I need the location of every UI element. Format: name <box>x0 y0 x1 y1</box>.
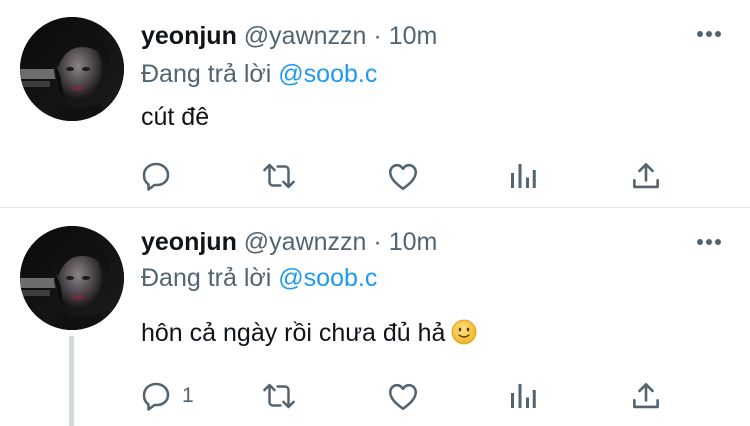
share-button[interactable] <box>630 156 662 196</box>
avatar-photo <box>20 17 124 121</box>
tweet-text: hôn cả ngày rồi chưa đủ hả <box>141 317 477 349</box>
avatar[interactable] <box>20 17 124 121</box>
username[interactable]: @yawnzzn <box>244 22 367 50</box>
avatar[interactable] <box>20 226 124 330</box>
tweet-text-content: hôn cả ngày rồi chưa đủ hả <box>141 319 446 347</box>
analytics-button[interactable] <box>508 376 538 416</box>
display-name[interactable]: yeonjun <box>141 228 237 256</box>
separator: · <box>373 228 382 256</box>
like-button[interactable] <box>385 376 421 416</box>
share-icon <box>633 383 659 409</box>
share-button[interactable] <box>630 376 662 416</box>
reply-button[interactable]: 1 <box>138 376 194 416</box>
avatar-photo <box>20 226 124 330</box>
action-bar <box>138 156 678 196</box>
like-button[interactable] <box>385 156 421 196</box>
replying-prefix: Đang trả lời <box>141 264 272 292</box>
retweet-icon <box>263 383 295 409</box>
more-icon[interactable] <box>693 24 725 44</box>
retweet-button[interactable] <box>260 376 298 416</box>
mention-link[interactable]: @soob.c <box>278 60 377 88</box>
like-icon <box>388 383 418 411</box>
reply-icon <box>142 382 170 411</box>
reply-icon <box>142 162 170 191</box>
timestamp[interactable]: 10m <box>389 22 438 50</box>
tweet-header: yeonjun @yawnzzn · 10m <box>141 20 437 52</box>
separator: · <box>373 22 382 50</box>
tweet[interactable]: yeonjun @yawnzzn · 10m Đang trả lời @soo… <box>0 0 750 208</box>
replying-to: Đang trả lời @soob.c <box>141 58 377 90</box>
display-name[interactable]: yeonjun <box>141 22 237 50</box>
timestamp[interactable]: 10m <box>389 228 438 256</box>
reply-button[interactable] <box>138 156 182 196</box>
analytics-button[interactable] <box>508 156 538 196</box>
replying-prefix: Đang trả lời <box>141 60 272 88</box>
analytics-icon <box>511 164 536 188</box>
more-icon[interactable] <box>693 232 725 252</box>
thread-line <box>69 336 74 426</box>
action-bar: 1 <box>138 376 678 416</box>
replying-to: Đang trả lời @soob.c <box>141 262 377 294</box>
retweet-button[interactable] <box>260 156 298 196</box>
mention-link[interactable]: @soob.c <box>278 264 377 292</box>
slightly-smiling-face-icon <box>452 319 477 345</box>
tweet-header: yeonjun @yawnzzn · 10m <box>141 226 437 258</box>
like-icon <box>388 163 418 191</box>
reply-count: 1 <box>182 384 194 407</box>
username[interactable]: @yawnzzn <box>244 228 367 256</box>
tweet-text: cút đê <box>141 103 210 131</box>
retweet-icon <box>263 163 295 189</box>
analytics-icon <box>511 384 536 408</box>
share-icon <box>633 163 659 189</box>
